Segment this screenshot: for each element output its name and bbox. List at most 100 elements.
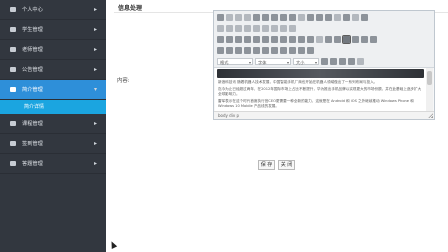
strike-icon[interactable] [244,36,251,43]
indent-icon[interactable] [298,36,305,43]
new-page-icon[interactable] [226,14,233,21]
bulleted-list-icon[interactable] [280,36,287,43]
chevron-right-icon: ▸ [93,120,97,127]
italic-icon[interactable] [226,36,233,43]
replace-icon[interactable] [343,14,350,21]
radio-icon[interactable] [235,25,242,32]
content-image [217,69,424,78]
page-break-icon[interactable] [298,47,305,54]
numbered-list-icon[interactable] [271,36,278,43]
horizontal-rule-icon[interactable] [271,47,278,54]
bold-icon[interactable] [217,36,224,43]
sidebar-subitem-intro-detail[interactable]: 简介详情 [0,100,106,114]
save-button[interactable]: 保 存 [258,160,275,170]
select-field-icon[interactable] [262,25,269,32]
textarea-icon[interactable] [253,25,260,32]
close-button[interactable]: 关 闭 [278,160,295,170]
chevron-right-icon: ▸ [93,66,97,73]
mouse-pointer-icon [108,240,118,249]
align-justify-icon[interactable] [352,36,359,43]
find-icon[interactable] [334,14,341,21]
sidebar-item-students[interactable]: 学生管理 ▸ [0,20,106,40]
paste-text-icon[interactable] [280,14,287,21]
sidebar-item-checkin[interactable]: 签到管理 ▸ [0,134,106,154]
copy-icon[interactable] [262,14,269,21]
sidebar-item-label: 个人中心 [22,7,43,13]
undo-icon[interactable] [316,14,323,21]
sidebar-item-quiz[interactable]: 答题管理 ▸ [0,154,106,174]
font-select[interactable]: 字体 [255,58,291,66]
anchor-icon[interactable] [235,47,242,54]
text-color-icon[interactable] [321,58,328,65]
link-icon[interactable] [217,47,224,54]
checkin-icon [10,141,16,146]
spellcheck-icon[interactable] [307,14,314,21]
align-right-icon[interactable] [342,35,351,44]
sidebar-item-label: 简介管理 [22,87,43,93]
maximize-icon[interactable] [339,58,346,65]
flash-icon[interactable] [253,47,260,54]
print-icon[interactable] [298,14,305,21]
toolbar-row-3 [217,35,377,44]
align-center-icon[interactable] [334,36,341,43]
image-icon[interactable] [244,47,251,54]
sidebar: 个人中心 ▸ 学生管理 ▸ 老师管理 ▸ 公告管理 ▸ 简介管理 ▾ 简介详情 … [0,0,106,252]
sidebar-item-notices[interactable]: 公告管理 ▸ [0,60,106,80]
sidebar-item-teachers[interactable]: 老师管理 ▸ [0,40,106,60]
hidden-field-icon[interactable] [289,25,296,32]
size-select[interactable]: 大小 [293,58,319,66]
scrollbar-thumb[interactable] [427,71,432,85]
content-paragraph: 雷军表示在这个时代首席执行官CEO更需要一种全新的能力，这就是在 Android… [218,99,414,108]
help-icon[interactable] [357,58,364,65]
sidebar-item-courses[interactable]: 课程管理 ▸ [0,114,106,134]
div-icon[interactable] [316,36,323,43]
underline-icon[interactable] [235,36,242,43]
chevron-right-icon: ▸ [93,26,97,33]
select-all-icon[interactable] [352,14,359,21]
redo-icon[interactable] [325,14,332,21]
cut-icon[interactable] [253,14,260,21]
textfield-icon[interactable] [244,25,251,32]
bg-color-icon[interactable] [330,58,337,65]
superscript-icon[interactable] [262,36,269,43]
sidebar-item-profile[interactable]: 个人中心 ▸ [0,0,106,20]
form-icon[interactable] [217,25,224,32]
show-blocks-icon[interactable] [348,58,355,65]
ltr-icon[interactable] [361,36,368,43]
editor-content-area[interactable]: 新浪科技讯 随着机器人技术发展，中国智能手机厂商也开始在机器人领域做出了一系列布… [215,68,426,112]
align-left-icon[interactable] [325,36,332,43]
image-button-icon[interactable] [280,25,287,32]
subscript-icon[interactable] [253,36,260,43]
source-icon[interactable] [217,14,224,21]
preview-icon[interactable] [235,14,242,21]
teacher-icon [10,47,16,52]
sidebar-item-label: 学生管理 [22,27,43,33]
table-icon[interactable] [262,47,269,54]
checkbox-icon[interactable] [226,25,233,32]
sidebar-item-intro[interactable]: 简介管理 ▾ [0,80,106,100]
iframe-icon[interactable] [307,47,314,54]
toolbar-row-5: 格式 字体 大小 [217,57,364,66]
sidebar-item-label: 答题管理 [22,161,43,167]
chevron-right-icon: ▸ [93,160,97,167]
outdent-icon[interactable] [289,36,296,43]
chevron-down-icon: ▾ [93,86,97,93]
paste-word-icon[interactable] [289,14,296,21]
editor-scrollbar[interactable] [426,68,433,112]
remove-format-icon[interactable] [361,14,368,21]
content-field-label: 内容: [117,78,130,84]
unlink-icon[interactable] [226,47,233,54]
smiley-icon[interactable] [280,47,287,54]
resize-handle-icon[interactable] [428,113,433,118]
toolbar-row-4 [217,46,314,55]
page-title: 信息处理 [118,5,143,12]
student-icon [10,27,16,32]
template-icon[interactable] [244,14,251,21]
special-char-icon[interactable] [289,47,296,54]
paste-icon[interactable] [271,14,278,21]
rtl-icon[interactable] [370,36,377,43]
format-select[interactable]: 格式 [217,58,253,66]
rich-text-editor[interactable]: 格式 字体 大小 新浪科技讯 随着机器人技术发展，中国智能手机厂商也开始在机器人… [213,10,435,120]
blockquote-icon[interactable] [307,36,314,43]
button-field-icon[interactable] [271,25,278,32]
